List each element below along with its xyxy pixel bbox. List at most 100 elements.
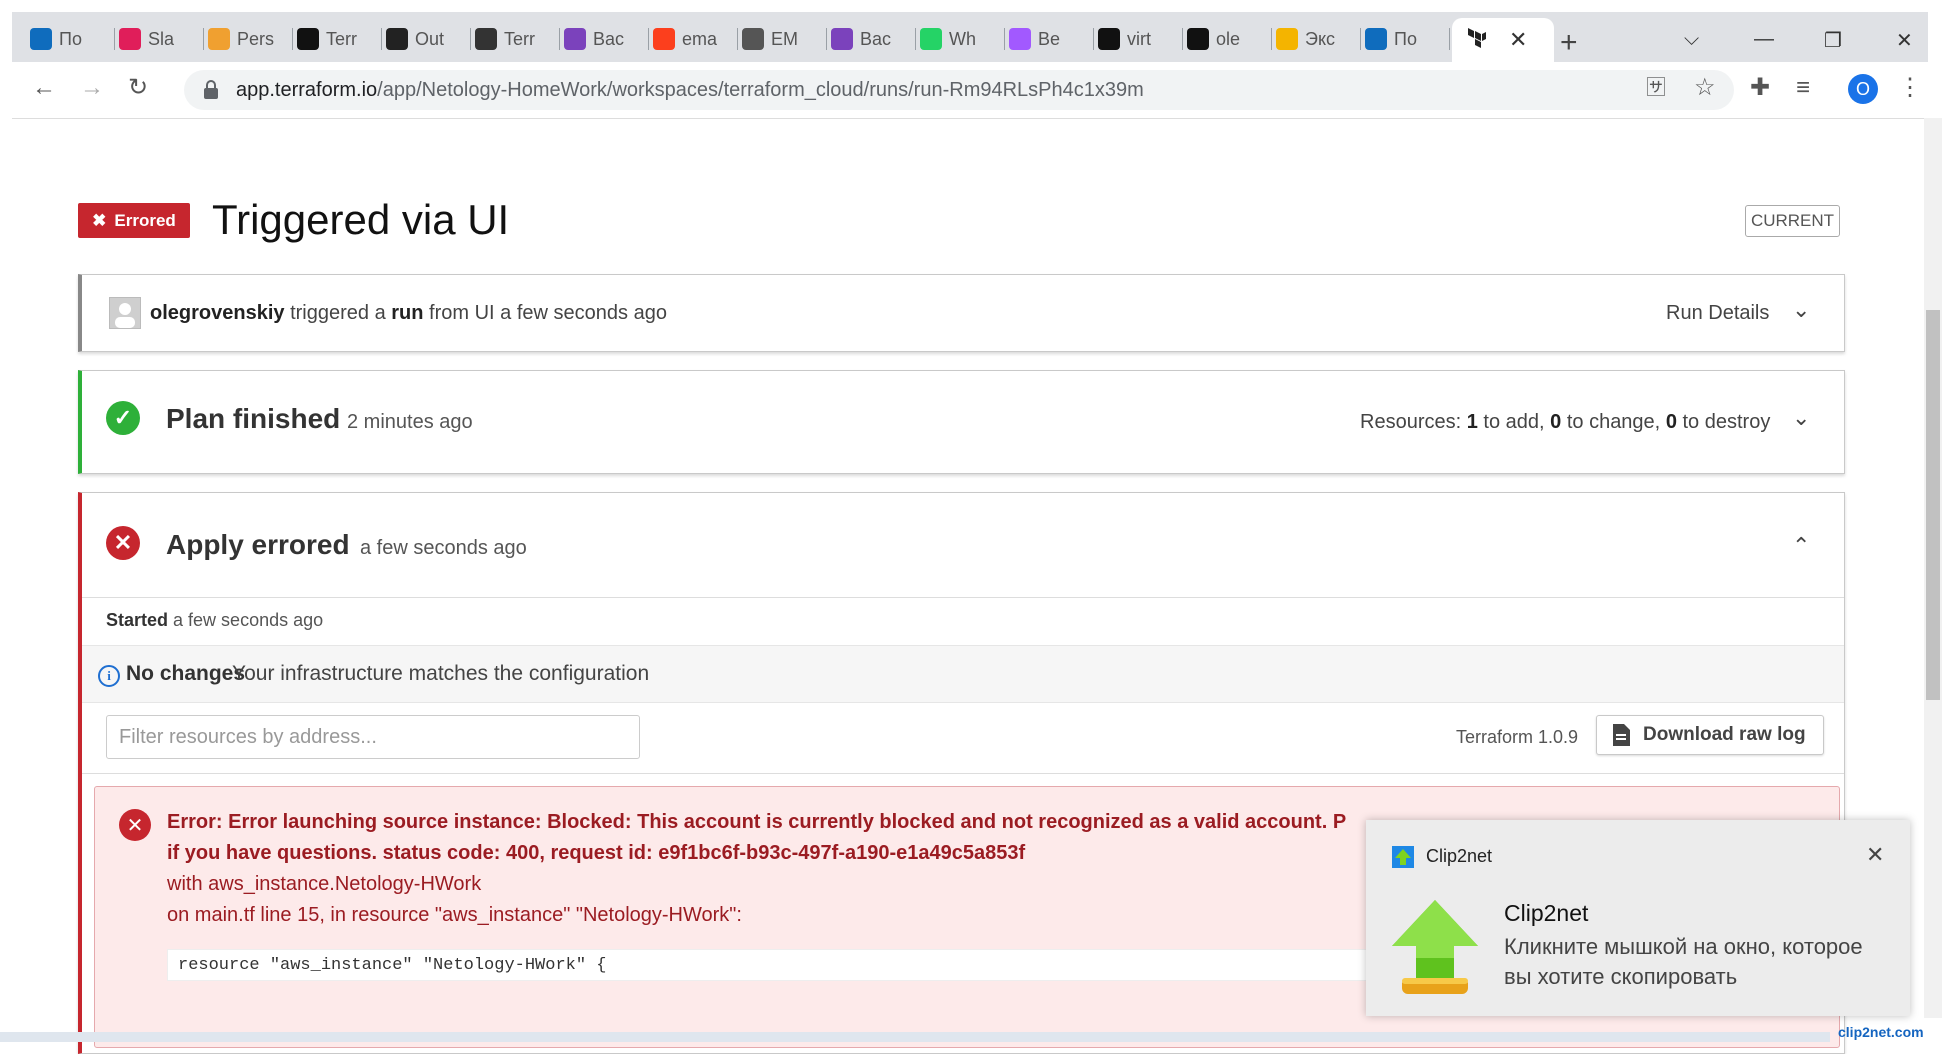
tab-separator	[292, 28, 293, 50]
browser-tab[interactable]: Экс	[1276, 20, 1361, 58]
divider	[82, 597, 1844, 598]
tab-separator	[1182, 28, 1183, 50]
taskbar-edge	[0, 1032, 1830, 1042]
reading-list-icon[interactable]: ≡	[1796, 76, 1810, 100]
tab-separator	[559, 28, 560, 50]
browser-tab-label: По	[59, 28, 82, 49]
no-changes-description: Your infrastructure matches the configur…	[232, 662, 650, 685]
status-badge-label: Errored	[114, 210, 176, 230]
run-trigger-card[interactable]: olegrovenskiy triggered a run from UI a …	[78, 274, 1845, 352]
browser-tab[interactable]: Out	[386, 20, 471, 58]
browser-tab[interactable]: Sla	[119, 20, 204, 58]
browser-tab[interactable]: Terr	[297, 20, 382, 58]
plan-card[interactable]: ✓ Plan finished 2 minutes ago Resources:…	[78, 370, 1845, 474]
close-tab-icon[interactable]: ✕	[1509, 27, 1527, 53]
browser-tab-label: EM	[771, 28, 798, 49]
started-info: Started a few seconds ago	[106, 610, 324, 630]
tab-separator	[203, 28, 204, 50]
browser-tab[interactable]: Wh	[920, 20, 1005, 58]
trigger-user[interactable]: olegrovenskiy	[150, 302, 285, 324]
hashicorp-icon	[386, 28, 408, 50]
back-arrow-icon[interactable]: ←	[32, 76, 56, 100]
error-line-4: on main.tf line 15, in resource "aws_ins…	[167, 904, 742, 926]
tab-separator	[915, 28, 916, 50]
check-circle-icon: ✓	[106, 401, 140, 435]
document-icon	[1613, 724, 1630, 746]
address-bar[interactable]: app.terraform.io/app/Netology-HomeWork/w…	[184, 70, 1734, 110]
browser-tab[interactable]: По	[30, 20, 115, 58]
medium-icon	[297, 28, 319, 50]
browser-tab[interactable]: ole	[1187, 20, 1272, 58]
translate-icon[interactable]: 🈂	[1646, 78, 1666, 98]
error-x-icon: ✕	[119, 809, 151, 841]
tab-separator	[1093, 28, 1094, 50]
bookmark-star-icon[interactable]: ☆	[1694, 76, 1716, 100]
chevron-down-icon[interactable]: ⌄	[1792, 405, 1810, 431]
info-icon: i	[98, 665, 120, 687]
whatsapp-icon	[920, 28, 942, 50]
reload-icon[interactable]: ↻	[128, 76, 148, 100]
browser-tab[interactable]: По	[1365, 20, 1450, 58]
clip2net-watermark: clip2net.com	[1838, 1024, 1924, 1040]
scrollbar-thumb[interactable]	[1926, 310, 1940, 700]
apply-time: a few seconds ago	[360, 537, 527, 559]
clip2net-notification[interactable]: Clip2net ✕ Clip2net Кликните мышкой на о…	[1366, 820, 1910, 1016]
terraform-icon	[564, 28, 586, 50]
tab-search-chevron-icon[interactable]: ⌵	[1684, 28, 1699, 51]
tab-separator	[648, 28, 649, 50]
browser-tab[interactable]: Вас	[831, 20, 916, 58]
close-window-button[interactable]: ✕	[1896, 28, 1913, 53]
browser-tab[interactable]: EM	[742, 20, 827, 58]
browser-tab[interactable]: virt	[1098, 20, 1183, 58]
status-badge-errored: ✖ Errored	[78, 203, 190, 238]
no-changes-bar: i No changes Your infrastructure matches…	[82, 645, 1844, 703]
run-details-toggle[interactable]: Run Details	[1666, 302, 1769, 325]
resources-summary: Resources: 1 to add, 0 to change, 0 to d…	[1360, 411, 1771, 433]
browser-tab-label: Экс	[1305, 28, 1336, 49]
current-badge: CURRENT	[1745, 205, 1840, 237]
apply-title: Apply errored	[166, 529, 350, 560]
tab-active-terraform[interactable]: ✕	[1452, 18, 1554, 62]
mail-icon	[1365, 28, 1387, 50]
tab-separator	[381, 28, 382, 50]
browser-tab[interactable]: Terr	[475, 20, 560, 58]
close-icon[interactable]: ✕	[1866, 842, 1884, 868]
tab-separator	[1449, 28, 1450, 50]
error-line-2: if you have questions. status code: 400,…	[167, 842, 1026, 864]
notification-title: Clip2net	[1504, 900, 1589, 926]
tab-separator	[1004, 28, 1005, 50]
restore-button[interactable]: ❐	[1824, 28, 1842, 53]
tab-separator	[470, 28, 471, 50]
browser-tab-label: Sla	[148, 28, 175, 49]
url-text: app.terraform.io/app/Netology-HomeWork/w…	[236, 79, 1144, 101]
new-tab-button[interactable]: +	[1560, 28, 1578, 58]
clip2net-upload-icon	[1392, 900, 1478, 994]
forward-arrow-icon[interactable]: →	[80, 76, 104, 100]
mail-at-icon	[1276, 28, 1298, 50]
browser-tab-label: Terr	[504, 28, 535, 49]
chevron-down-icon[interactable]: ⌄	[1792, 297, 1810, 323]
chevron-up-icon[interactable]: ⌃	[1792, 533, 1810, 559]
filter-resources-input[interactable]	[106, 715, 640, 759]
browser-tab[interactable]: Ве	[1009, 20, 1094, 58]
browser-tab-label: ema	[682, 28, 718, 49]
menu-kebab-icon[interactable]: ⋮	[1898, 76, 1922, 100]
lock-icon	[204, 80, 218, 99]
browser-tab[interactable]: ema	[653, 20, 738, 58]
github-icon	[1187, 28, 1209, 50]
tab-separator	[1271, 28, 1272, 50]
extensions-puzzle-icon[interactable]: ✚	[1750, 76, 1770, 100]
browser-tab-label: virt	[1127, 28, 1151, 49]
box-icon	[208, 28, 230, 50]
browser-tab[interactable]: Pers	[208, 20, 293, 58]
download-raw-log-button[interactable]: Download raw log	[1596, 715, 1824, 755]
globe-icon	[742, 28, 764, 50]
notification-message: Кликните мышкой на окно, которое вы хоти…	[1504, 934, 1863, 989]
profile-avatar[interactable]: O	[1848, 74, 1878, 104]
browser-tab[interactable]: Вас	[564, 20, 649, 58]
tab-separator	[114, 28, 115, 50]
x-icon: ✖	[92, 210, 107, 230]
browser-tab-label: Pers	[237, 28, 275, 49]
minimize-button[interactable]: —	[1754, 28, 1774, 51]
page-title: Triggered via UI	[212, 196, 510, 243]
